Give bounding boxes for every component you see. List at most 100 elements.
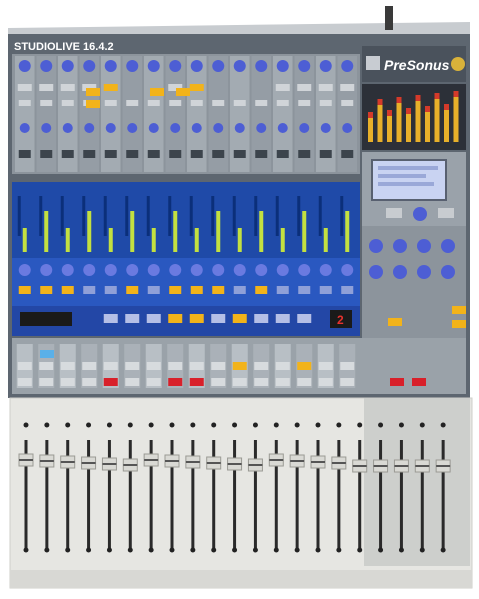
solo-button[interactable]: [318, 362, 333, 370]
solo-button[interactable]: [232, 362, 247, 370]
aux-knob[interactable]: [18, 264, 31, 276]
channel-button[interactable]: [150, 88, 164, 96]
mute-button[interactable]: [125, 378, 140, 386]
gain-knob[interactable]: [255, 60, 268, 72]
aux-button[interactable]: [104, 286, 117, 294]
mute-button[interactable]: [39, 378, 54, 386]
channel-button[interactable]: [189, 84, 204, 91]
aux-knob[interactable]: [190, 264, 203, 276]
solo-button[interactable]: [275, 362, 290, 370]
master-button[interactable]: [388, 318, 402, 326]
mute-button[interactable]: [82, 378, 97, 386]
aux-knob[interactable]: [255, 264, 268, 276]
master-knob[interactable]: [393, 265, 407, 279]
channel-button[interactable]: [39, 84, 54, 91]
master-knob[interactable]: [441, 265, 455, 279]
gain-knob[interactable]: [147, 60, 160, 72]
aux-button[interactable]: [255, 286, 268, 294]
solo-button[interactable]: [82, 362, 97, 370]
master-knob[interactable]: [441, 239, 455, 253]
eq-knob[interactable]: [105, 123, 116, 133]
aux-knob[interactable]: [169, 264, 182, 276]
aux-button[interactable]: [276, 286, 289, 294]
master-knob[interactable]: [417, 265, 431, 279]
solo-button[interactable]: [146, 362, 161, 370]
gain-knob[interactable]: [61, 60, 74, 72]
channel-button[interactable]: [176, 88, 190, 96]
gain-knob[interactable]: [169, 60, 182, 72]
gain-knob[interactable]: [276, 60, 289, 72]
gain-knob[interactable]: [18, 60, 31, 72]
eq-knob[interactable]: [170, 123, 181, 133]
aux-knob[interactable]: [319, 264, 332, 276]
aux-button[interactable]: [341, 286, 354, 294]
phase-button[interactable]: [190, 100, 203, 106]
nav-button[interactable]: [386, 208, 402, 218]
aux-button[interactable]: [233, 286, 246, 294]
aux-button[interactable]: [40, 286, 53, 294]
solo-button[interactable]: [297, 362, 312, 370]
phase-button[interactable]: [319, 100, 332, 106]
eq-knob[interactable]: [41, 123, 52, 133]
mute-button[interactable]: [340, 378, 355, 386]
gain-knob[interactable]: [298, 60, 311, 72]
solo-button[interactable]: [103, 362, 118, 370]
solo-button[interactable]: [189, 362, 204, 370]
aux-button[interactable]: [319, 286, 332, 294]
gain-knob[interactable]: [126, 60, 139, 72]
master-knob[interactable]: [369, 239, 383, 253]
aux-button[interactable]: [61, 286, 74, 294]
phase-button[interactable]: [126, 100, 139, 106]
mute-button[interactable]: [168, 378, 183, 386]
eq-knob[interactable]: [342, 123, 353, 133]
mute-button[interactable]: [60, 378, 75, 386]
master-button[interactable]: [452, 306, 466, 314]
select-button[interactable]: [211, 314, 226, 323]
master-knob[interactable]: [369, 265, 383, 279]
master-knob[interactable]: [417, 239, 431, 253]
eq-knob[interactable]: [62, 123, 73, 133]
mute-button[interactable]: [189, 378, 204, 386]
phase-button[interactable]: [104, 100, 117, 106]
aux-knob[interactable]: [147, 264, 160, 276]
select-button[interactable]: [146, 314, 161, 323]
aux-button[interactable]: [212, 286, 225, 294]
phase-button[interactable]: [255, 100, 268, 106]
aux-button[interactable]: [18, 286, 31, 294]
gain-knob[interactable]: [212, 60, 225, 72]
phase-button[interactable]: [40, 100, 53, 106]
mute-button[interactable]: [232, 378, 247, 386]
channel-button[interactable]: [17, 84, 32, 91]
mute-button[interactable]: [297, 378, 312, 386]
solo-button[interactable]: [39, 362, 54, 370]
phase-button[interactable]: [61, 100, 74, 106]
aux-knob[interactable]: [233, 264, 246, 276]
gain-knob[interactable]: [104, 60, 117, 72]
gain-knob[interactable]: [341, 60, 354, 72]
solo-button[interactable]: [17, 362, 32, 370]
gain-knob[interactable]: [233, 60, 246, 72]
aux-button[interactable]: [83, 286, 96, 294]
aux-knob[interactable]: [104, 264, 117, 276]
channel-button[interactable]: [275, 84, 290, 91]
phase-button[interactable]: [147, 100, 160, 106]
channel-button[interactable]: [318, 84, 333, 91]
aux-button[interactable]: [298, 286, 311, 294]
solo-button[interactable]: [340, 362, 355, 370]
solo-button[interactable]: [125, 362, 140, 370]
phase-button[interactable]: [276, 100, 289, 106]
channel-button[interactable]: [340, 84, 355, 91]
solo-button[interactable]: [60, 362, 75, 370]
nav-button[interactable]: [438, 208, 454, 218]
eq-knob[interactable]: [277, 123, 288, 133]
channel-button[interactable]: [86, 100, 100, 108]
aux-button[interactable]: [126, 286, 139, 294]
aux-knob[interactable]: [212, 264, 225, 276]
encoder-knob[interactable]: [413, 207, 427, 221]
eq-knob[interactable]: [84, 123, 95, 133]
aux-knob[interactable]: [61, 264, 74, 276]
eq-knob[interactable]: [19, 123, 30, 133]
select-button[interactable]: [125, 314, 140, 323]
phase-button[interactable]: [341, 100, 354, 106]
channel-button[interactable]: [103, 84, 118, 91]
